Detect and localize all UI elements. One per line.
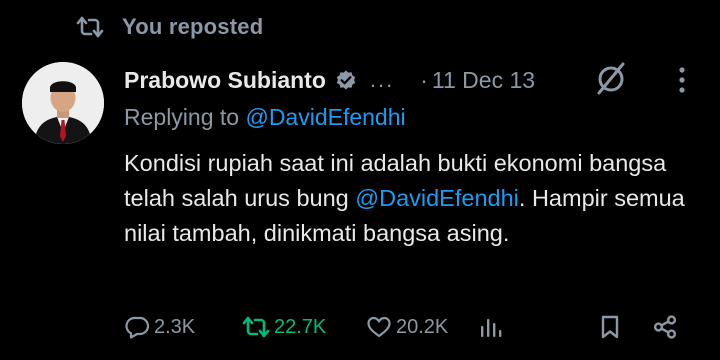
tweet-text: Kondisi rupiah saat ini adalah bukti eko…	[124, 146, 704, 251]
repost-count: 22.7K	[274, 315, 327, 338]
author-name[interactable]: Prabowo Subianto	[124, 67, 326, 94]
reply-count: 2.3K	[154, 315, 196, 338]
replying-prefix: Replying to	[124, 104, 246, 130]
reply-icon	[124, 315, 150, 339]
like-button[interactable]: 20.2K	[366, 310, 448, 344]
grok-icon[interactable]	[592, 60, 630, 98]
share-icon	[652, 314, 678, 340]
reply-button[interactable]: 2.3K	[124, 310, 195, 344]
repost-icon	[76, 13, 104, 41]
repost-icon	[242, 315, 270, 339]
views-button[interactable]	[478, 310, 502, 344]
share-button[interactable]	[652, 310, 678, 344]
body-mention-link[interactable]: @DavidEfendhi	[355, 185, 519, 211]
action-bar: 2.3K 22.7K 20.2K	[124, 310, 694, 344]
repost-banner-label[interactable]: You reposted	[122, 14, 263, 40]
views-icon	[478, 315, 502, 339]
replying-to: Replying to @DavidEfendhi	[124, 104, 406, 131]
repost-banner: You reposted	[76, 10, 263, 44]
name-truncation: ...	[369, 67, 395, 92]
repost-button[interactable]: 22.7K	[242, 310, 326, 344]
header-separator: ·	[420, 66, 428, 93]
verified-badge-icon	[334, 68, 358, 92]
replying-handle-link[interactable]: @DavidEfendhi	[245, 104, 405, 130]
avatar[interactable]	[22, 62, 104, 144]
bookmark-button[interactable]	[598, 310, 622, 344]
tweet-date[interactable]: 11 Dec 13	[432, 67, 535, 94]
like-count: 20.2K	[396, 315, 449, 338]
more-options-icon[interactable]	[672, 64, 692, 96]
tweet-card[interactable]: You reposted Prabowo Subianto ... · 11 D…	[0, 0, 720, 360]
like-icon	[366, 315, 392, 339]
bookmark-icon	[598, 314, 622, 340]
